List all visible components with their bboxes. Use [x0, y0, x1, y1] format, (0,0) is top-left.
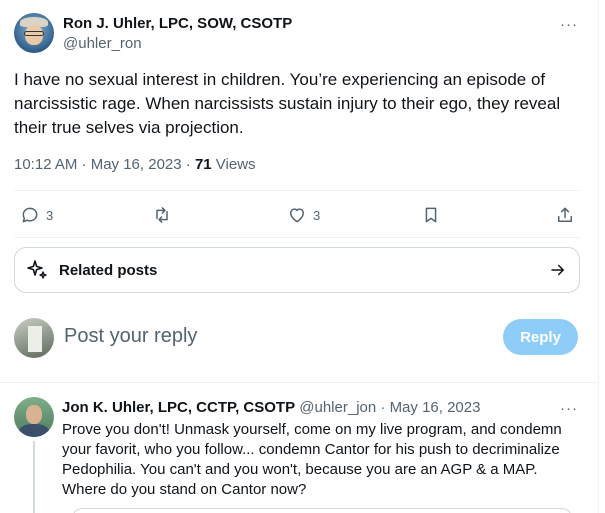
post-time[interactable]: 10:12 AM · May 16, 2023 · [14, 156, 195, 173]
views-label: Views [211, 156, 256, 173]
reply-author-handle[interactable]: @uhler_jon [299, 399, 376, 416]
avatar-glasses [24, 31, 44, 36]
post-text: I have no sexual interest in children. Y… [14, 70, 561, 137]
like-action[interactable]: 3 [287, 205, 320, 225]
reply-input[interactable]: Post your reply [64, 325, 197, 348]
reply-button[interactable]: Reply [503, 319, 578, 355]
reply-count: 3 [46, 207, 54, 223]
divider [14, 190, 580, 191]
author-handle[interactable]: @uhler_ron [63, 35, 142, 52]
reply-text: Prove you don't! Unmask yourself, come o… [62, 421, 562, 498]
reply-header: Jon K. Uhler, LPC, CCTP, CSOTP @uhler_jo… [62, 399, 480, 416]
share-icon [558, 207, 572, 222]
retweet-icon [156, 207, 168, 223]
bookmark-icon [425, 207, 437, 223]
avatar-figure [28, 326, 42, 352]
avatar-face [26, 405, 42, 424]
avatar[interactable] [14, 13, 54, 53]
reply-date[interactable]: May 16, 2023 [390, 399, 481, 416]
reply-action[interactable]: 3 [20, 205, 53, 225]
arrow-right-icon [551, 264, 564, 276]
bookmark-action[interactable] [421, 205, 441, 225]
retweet-action[interactable] [152, 205, 172, 225]
avatar-shirt [19, 424, 49, 437]
author-name[interactable]: Ron J. Uhler, LPC, SOW, CSOTP [63, 15, 292, 32]
user-avatar [14, 318, 54, 358]
divider [0, 382, 598, 383]
reply-icon [22, 207, 38, 223]
related-posts-label: Related posts [59, 261, 158, 279]
related-posts-button[interactable]: Related posts [14, 247, 580, 293]
like-icon [290, 208, 304, 223]
sparkle-icon [27, 260, 47, 279]
divider [14, 237, 580, 238]
views-count: 71 [194, 156, 212, 173]
reply-author-avatar[interactable] [14, 397, 54, 437]
more-icon[interactable]: ··· [560, 16, 578, 33]
like-count: 3 [313, 207, 321, 223]
thread-line [33, 441, 35, 513]
more-icon[interactable]: ··· [560, 400, 578, 417]
reply-author-name[interactable]: Jon K. Uhler, LPC, CCTP, CSOTP [62, 399, 295, 416]
share-action[interactable] [555, 205, 575, 225]
right-border [598, 0, 599, 513]
post-metadata: 10:12 AM · May 16, 2023 · 71 Views [14, 156, 256, 173]
separator: · [376, 399, 390, 416]
quoted-post-card[interactable] [72, 508, 572, 513]
